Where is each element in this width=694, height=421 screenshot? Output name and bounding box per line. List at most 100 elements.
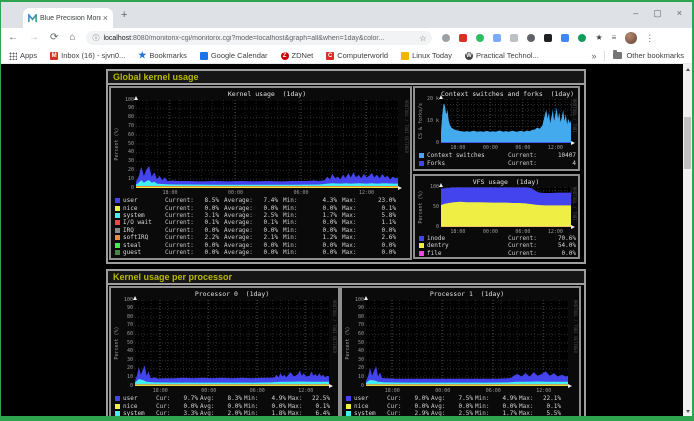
bookmark-label: Inbox (16) - sjvn0... xyxy=(61,51,125,60)
section-title: Kernel usage per processor xyxy=(108,271,584,285)
bookmark-label: Bookmarks xyxy=(149,51,187,60)
chart-processor-0[interactable]: Processor 0 (1day)Percent (%)RRDTOOL / T… xyxy=(109,286,340,416)
bookmark-item[interactable]: ZZDNet xyxy=(281,51,314,60)
back-icon[interactable]: ← xyxy=(8,33,18,43)
window-close-button[interactable]: × xyxy=(677,7,682,19)
y-tick-label: 10 xyxy=(115,375,133,380)
bookmark-star-icon[interactable]: ☆ xyxy=(419,34,426,43)
legend-stat-value: 0.0% xyxy=(314,227,337,234)
browser-menu-icon[interactable]: ⋮ xyxy=(645,33,654,44)
y-tick-label: 40 xyxy=(346,349,364,354)
window-controls: – ▢ × xyxy=(633,7,682,19)
legend-name: steal xyxy=(123,242,165,249)
legend-stat-label: Average: xyxy=(224,197,255,204)
legend-stat-value: 22.5% xyxy=(307,395,330,402)
legend-name: softIRQ xyxy=(123,234,165,241)
legend-stat-value: 0.0% xyxy=(373,242,396,249)
pin-extension-icon[interactable]: ★ xyxy=(595,34,602,42)
bookmark-item[interactable]: ★Bookmarks xyxy=(138,51,187,60)
maximize-button[interactable]: ▢ xyxy=(653,7,662,19)
legend-row: Context switchesCurrent:10407 xyxy=(415,151,576,159)
legend-row: dentryCurrent:54.0% xyxy=(415,242,576,249)
legend-name: system xyxy=(354,410,387,416)
bookmarks-overflow-icon[interactable]: » xyxy=(591,51,596,61)
new-tab-button[interactable]: + xyxy=(121,10,127,21)
home-icon[interactable]: ⌂ xyxy=(69,33,75,43)
eye-extension-icon[interactable] xyxy=(527,34,535,42)
page-info-icon[interactable]: ⓘ xyxy=(92,33,99,43)
chart-context-switches[interactable]: Context switches and forks (1day)CS & fo… xyxy=(413,86,580,171)
minimize-button[interactable]: – xyxy=(633,7,638,19)
green-circle-extension-icon[interactable] xyxy=(578,34,586,42)
legend-stat-label: Average: xyxy=(224,205,255,212)
pages-extension-icon[interactable] xyxy=(493,34,501,42)
list-extension-icon[interactable]: ≡ xyxy=(612,34,617,42)
legend-stat-label: Min: xyxy=(283,249,314,256)
bookmark-label: Practical Technol... xyxy=(476,51,539,60)
series-forks xyxy=(441,142,571,143)
bookmark-label: Computerworld xyxy=(337,51,388,60)
scrollbar-thumb[interactable] xyxy=(684,117,691,169)
legend-stat-value: 0.0% xyxy=(255,242,278,249)
bookmark-item[interactable]: MInbox (16) - sjvn0... xyxy=(50,51,125,60)
dark-extension-icon[interactable] xyxy=(544,34,552,42)
search-extension-icon[interactable] xyxy=(442,34,450,42)
x-axis-arrow-icon xyxy=(571,141,575,145)
other-bookmarks[interactable]: Other bookmarks xyxy=(613,51,684,60)
gmail-extension-icon[interactable] xyxy=(459,34,467,42)
green-globe-extension-icon[interactable] xyxy=(476,34,484,42)
chart-kernel-usage[interactable]: Kernel usage (1day)Percent (%)RRDTOOL / … xyxy=(109,86,412,260)
legend-swatch xyxy=(115,411,120,416)
reload-icon[interactable]: ⟳ xyxy=(50,33,58,43)
forward-icon[interactable]: → xyxy=(29,33,39,43)
legend-stat-value: 5.5% xyxy=(538,410,561,416)
legend-swatch xyxy=(115,404,120,409)
legend-swatch xyxy=(419,161,424,166)
legend-name: system xyxy=(123,410,156,416)
legend-row: guestCurrent:0.0%Average:0.0%Min:0.0%Max… xyxy=(111,249,408,256)
blue-extension-icon[interactable] xyxy=(561,34,569,42)
gmail-icon: M xyxy=(50,52,58,60)
legend-row: systemCur:3.3%Avg:2.0%Min:1.8%Max:6.4% xyxy=(111,410,336,416)
legend-stat-value: 0.0% xyxy=(255,205,278,212)
legend-stat-label: Max: xyxy=(342,242,373,249)
x-axis-arrow-icon xyxy=(329,384,333,388)
legend-stat-label: Avg: xyxy=(200,395,219,402)
bookmark-item[interactable]: Apps xyxy=(9,51,37,60)
legend-row: softIRQCurrent:2.2%Average:2.1%Min:1.2%M… xyxy=(111,234,408,241)
extension-icons: ★≡ xyxy=(442,34,616,42)
grey-extension-icon[interactable] xyxy=(510,34,518,42)
legend-stat-value: 8.3% xyxy=(219,395,242,402)
bookmark-item[interactable]: Linux Today xyxy=(401,51,452,60)
legend-stat-value: 54.0% xyxy=(544,242,576,249)
profile-avatar[interactable] xyxy=(625,32,637,44)
chart-vfs-usage[interactable]: VFS usage (1day)Percent (%)RRDTOOL / TOB… xyxy=(413,174,580,259)
legend-stat-value: 0.0% xyxy=(219,403,242,410)
legend-name: IRQ xyxy=(123,227,165,234)
legend-stat-value: 2.1% xyxy=(255,234,278,241)
y-tick-label: 80 xyxy=(346,315,364,320)
legend-stat-label: Max: xyxy=(288,410,307,416)
chart-processor-1[interactable]: Processor 1 (1day)Percent (%)RRDTOOL / T… xyxy=(340,286,581,416)
bookmark-item[interactable]: WPractical Technol... xyxy=(465,51,539,60)
y-tick-label: 80 xyxy=(116,115,134,120)
legend-name: user xyxy=(354,395,387,402)
scrollbar-up-icon[interactable] xyxy=(683,64,692,74)
omnibox[interactable]: ⓘ localhost :8080/monitorix-cgi/monitori… xyxy=(86,31,432,45)
legend-stat-value: 0.0% xyxy=(196,249,219,256)
tab-close-icon[interactable]: × xyxy=(103,14,108,23)
other-bookmarks-label: Other bookmarks xyxy=(626,51,684,60)
legend-stat-value: 0.0% xyxy=(494,403,517,410)
scrollbar-down-icon[interactable] xyxy=(683,406,692,416)
x-tick-label: 12:00 xyxy=(293,388,319,394)
y-tick-label: 80 xyxy=(115,315,133,320)
legend-stat-label: Min: xyxy=(244,403,263,410)
bookmark-item[interactable]: CComputerworld xyxy=(326,51,388,60)
browser-tab[interactable]: Blue Precision Monitorix × xyxy=(23,8,113,28)
legend-stat-label: Min: xyxy=(475,395,494,402)
bookmark-item[interactable]: Google Calendar xyxy=(200,51,268,60)
legend-stat-value: 4.3% xyxy=(314,197,337,204)
page-scrollbar[interactable] xyxy=(683,64,692,416)
section-global-kernel-usage: Global kernel usage Kernel usage (1day)P… xyxy=(106,69,586,264)
x-tick-label: 06:00 xyxy=(480,388,506,394)
